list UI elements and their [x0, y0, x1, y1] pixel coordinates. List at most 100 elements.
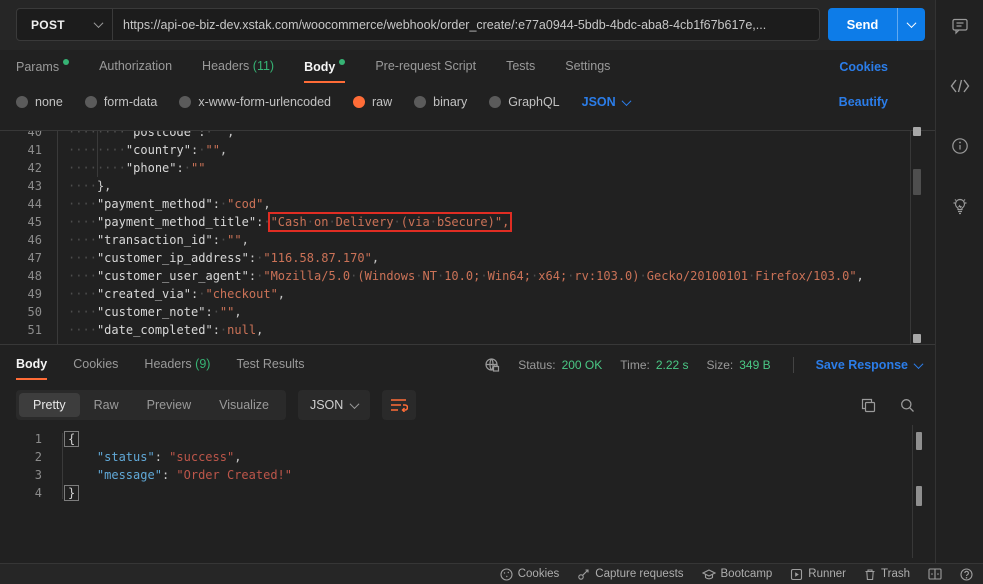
code-line: 2 "status": "success", [0, 448, 935, 466]
beautify-link[interactable]: Beautify [839, 95, 888, 109]
code-token: · [184, 161, 191, 175]
method-label: POST [31, 18, 65, 32]
code-token: ···· [68, 323, 97, 337]
chevron-down-icon [350, 399, 360, 409]
copy-button[interactable] [861, 398, 876, 413]
cookies-link[interactable]: Cookies [839, 60, 888, 74]
view-mode-pretty[interactable]: Pretty [19, 393, 80, 417]
code-token: ···· [68, 287, 97, 301]
radio-icon [414, 96, 426, 108]
code-token: , [278, 287, 285, 301]
scrollbar-mark [913, 334, 921, 343]
radio-graphql[interactable]: GraphQL [489, 95, 559, 109]
code-icon[interactable] [936, 68, 983, 104]
send-button[interactable]: Send [828, 8, 925, 41]
request-body-editor[interactable]: 40········"postcode":·"",41········"coun… [0, 130, 935, 345]
url-input[interactable]: https://api-oe-biz-dev.xstak.com/woocomm… [113, 9, 819, 40]
scrollbar-thumb[interactable] [916, 432, 922, 450]
globe-lock-icon [484, 357, 500, 373]
lightbulb-icon[interactable] [936, 188, 983, 224]
code-line: 40········"postcode":·"", [0, 130, 935, 141]
code-token: ···· [68, 215, 97, 229]
radio-form-data[interactable]: form-data [85, 95, 158, 109]
statusbar-trash[interactable]: Trash [864, 568, 910, 581]
statusbar-capture-requests[interactable]: Capture requests [577, 568, 683, 581]
response-body-viewer[interactable]: 1{2 "status": "success",3 "message": "Or… [0, 425, 935, 558]
radio-x-www-form-urlencoded[interactable]: x-www-form-urlencoded [179, 95, 331, 109]
code-line: 41········"country":·"", [0, 141, 935, 159]
line-number: 2 [0, 448, 42, 466]
response-headers-count-badge: (9) [195, 357, 210, 371]
tab-tests[interactable]: Tests [506, 50, 535, 84]
method-selector[interactable]: POST [17, 9, 113, 40]
response-tab-test-results[interactable]: Test Results [236, 348, 304, 382]
divider [793, 357, 794, 373]
tab-authorization[interactable]: Authorization [99, 50, 172, 84]
code-token: } [64, 485, 79, 501]
chevron-down-icon [621, 96, 631, 106]
code-token [68, 468, 97, 482]
code-token: ···· [68, 269, 97, 283]
line-number: 44 [0, 195, 42, 213]
search-button[interactable] [900, 398, 915, 413]
view-mode-raw[interactable]: Raw [80, 393, 133, 417]
line-number: 46 [0, 231, 42, 249]
tab-params[interactable]: Params [16, 50, 69, 85]
statusbar-runner[interactable]: Runner [790, 568, 846, 581]
request-bar: POST https://api-oe-biz-dev.xstak.com/wo… [0, 0, 935, 50]
send-options-button[interactable] [897, 8, 925, 41]
gutter-divider [57, 131, 58, 344]
code-token: "payment_method_title" [97, 215, 256, 229]
tab-pre-request-script[interactable]: Pre-request Script [375, 50, 476, 84]
view-mode-switch: Pretty Raw Preview Visualize [16, 390, 286, 420]
right-sidebar [935, 0, 983, 563]
params-dot [63, 59, 69, 65]
code-token: "message" [97, 468, 162, 482]
response-tab-body[interactable]: Body [16, 348, 47, 382]
wrap-line-button[interactable] [382, 390, 416, 420]
radio-raw[interactable]: raw [353, 95, 392, 109]
line-number: 40 [0, 130, 42, 141]
statusbar-cookies[interactable]: Cookies [500, 568, 560, 581]
code-token: "checkout" [205, 287, 277, 301]
chevron-down-icon [907, 18, 917, 28]
info-icon[interactable] [936, 128, 983, 164]
code-token: { [64, 431, 79, 447]
code-token: "" [213, 130, 227, 139]
save-response-button[interactable]: Save Response [816, 358, 922, 372]
code-line: 3 "message": "Order Created!" [0, 466, 935, 484]
body-type-row: none form-data x-www-form-urlencoded raw… [0, 84, 935, 120]
view-mode-visualize[interactable]: Visualize [205, 393, 283, 417]
tab-headers[interactable]: Headers (11) [202, 50, 274, 84]
line-number: 4 [0, 484, 42, 502]
tab-settings[interactable]: Settings [565, 50, 610, 84]
radio-binary[interactable]: binary [414, 95, 467, 109]
radio-icon [85, 96, 97, 108]
code-token: : [205, 305, 212, 319]
json-format-dropdown[interactable]: JSON [582, 95, 630, 109]
code-token: : [155, 450, 162, 464]
response-tab-headers[interactable]: Headers (9) [144, 348, 210, 382]
code-line: 4} [0, 484, 935, 502]
code-token: "customer_ip_address" [97, 251, 249, 265]
code-token: : [213, 197, 220, 211]
trash-icon [864, 568, 876, 581]
line-number: 42 [0, 159, 42, 177]
radio-icon [179, 96, 191, 108]
code-token: , [220, 143, 227, 157]
tab-body[interactable]: Body [304, 50, 345, 85]
statusbar-bootcamp[interactable]: Bootcamp [702, 568, 773, 581]
view-mode-preview[interactable]: Preview [133, 393, 205, 417]
response-format-dropdown[interactable]: JSON [298, 390, 370, 420]
split-pane-button[interactable] [928, 568, 942, 580]
line-number: 48 [0, 267, 42, 285]
radio-none[interactable]: none [16, 95, 63, 109]
response-tab-cookies[interactable]: Cookies [73, 348, 118, 382]
scrollbar-thumb[interactable] [916, 486, 922, 506]
panes-icon [928, 568, 942, 580]
code-token: · [205, 130, 212, 139]
size-badge: Size:349 B [707, 358, 771, 372]
comment-icon[interactable] [936, 8, 983, 44]
help-button[interactable] [960, 568, 973, 581]
scrollbar-thumb[interactable] [913, 169, 921, 195]
